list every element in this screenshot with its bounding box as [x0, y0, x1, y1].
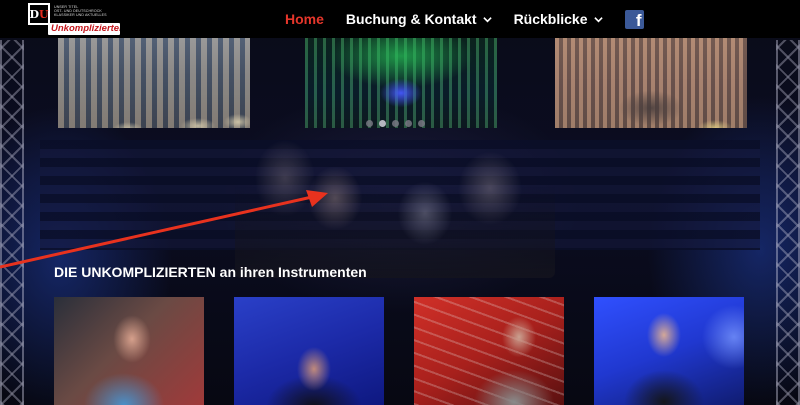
logo-wordmark: Unkomplizierten — [48, 23, 120, 35]
nav-item-home[interactable]: Home — [285, 11, 324, 27]
facebook-icon[interactable]: f — [624, 9, 644, 30]
slider-pagination — [366, 118, 431, 128]
site-logo[interactable]: DU UNSER TITEL OST- UND DEUTSCHROCK KLAS… — [28, 3, 120, 35]
logo-mark-d: D — [29, 7, 39, 21]
chevron-down-icon — [482, 16, 492, 22]
member-photo-singer[interactable] — [234, 297, 384, 405]
logo-tagline-line: KLASSIKER UND AKTUELLES — [54, 13, 107, 18]
slider-dot[interactable] — [418, 119, 425, 127]
slider-image-concert-crowd[interactable] — [58, 38, 250, 128]
slider-dot[interactable] — [366, 119, 373, 127]
logo-tagline: UNSER TITEL OST- UND DEUTSCHROCK KLASSIK… — [54, 5, 120, 18]
logo-mark-u: U — [38, 7, 49, 21]
slider-image-stage-green[interactable] — [305, 38, 497, 128]
slider-dot[interactable] — [379, 119, 386, 127]
nav-item-booking[interactable]: Buchung & Kontakt — [346, 11, 492, 27]
member-photo-vocalist[interactable] — [54, 297, 204, 405]
nav-item-label: Home — [285, 11, 324, 27]
chevron-down-icon — [593, 16, 603, 22]
red-arrow-annotation — [0, 190, 328, 269]
slider-dot[interactable] — [392, 119, 399, 127]
slider-dot[interactable] — [405, 119, 412, 127]
nav-item-label: Buchung & Kontakt — [345, 11, 477, 27]
facebook-glyph: f — [635, 10, 642, 30]
slider-image-band-stage[interactable] — [555, 38, 747, 128]
site-header: DU UNSER TITEL OST- UND DEUTSCHROCK KLAS… — [0, 0, 800, 38]
member-photo-guitarist[interactable] — [414, 297, 564, 405]
section-title: DIE UNKOMPLIZIERTEN an ihren Instrumente… — [54, 264, 367, 280]
logo-mark: DU — [28, 3, 50, 25]
stage-truss-right — [776, 40, 800, 405]
nav-item-retro[interactable]: Rückblicke — [514, 11, 603, 27]
member-photo-drummer[interactable] — [594, 297, 744, 405]
nav-item-label: Rückblicke — [513, 11, 588, 27]
main-navigation: Home Buchung & Kontakt Rückblicke f — [285, 0, 644, 38]
